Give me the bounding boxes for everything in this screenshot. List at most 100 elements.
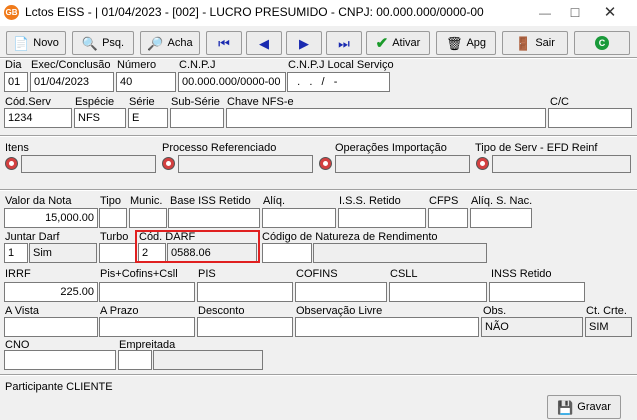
cnpj-field[interactable]: 00.000.000/0000-00 <box>178 72 286 92</box>
cod-darf-highlight <box>135 230 260 263</box>
cofins-field[interactable] <box>295 282 387 302</box>
itens-radio-icon[interactable] <box>5 157 18 170</box>
binoculars-icon: 🔍 <box>81 35 99 51</box>
ativar-button[interactable]: ✔ Ativar <box>366 31 430 55</box>
processo-field <box>178 155 313 173</box>
aliq-field[interactable] <box>262 208 336 228</box>
gravar-button[interactable]: 💾 Gravar <box>547 395 621 419</box>
next-record-button[interactable]: ▶ <box>286 31 322 55</box>
aprazo-field[interactable] <box>99 317 195 337</box>
turbo-label: Turbo <box>100 231 129 243</box>
avista-field[interactable] <box>4 317 98 337</box>
aliq-label: Alíq. <box>263 195 286 207</box>
empreitada-code-field[interactable] <box>118 350 152 370</box>
cod-serv-field[interactable]: 1234 <box>4 108 72 128</box>
subserie-field[interactable] <box>170 108 224 128</box>
inss-field[interactable] <box>489 282 585 302</box>
valor-nota-field[interactable]: 15,000.00 <box>4 208 98 228</box>
cc-field[interactable] <box>548 108 632 128</box>
apg-label: Apg <box>466 37 487 49</box>
ct-crte-label: Ct. Crte. <box>586 305 627 317</box>
search-icon: 🔎 <box>147 35 164 51</box>
tipo-serv-field <box>492 155 631 173</box>
psq-button[interactable]: 🔍 Psq. <box>72 31 134 55</box>
juntar-darf-label: Juntar Darf <box>5 231 60 243</box>
gravar-label: Gravar <box>577 401 611 413</box>
close-icon[interactable]: ✕ <box>595 3 625 23</box>
itens-field <box>21 155 156 173</box>
cfps-field[interactable] <box>428 208 468 228</box>
serie-field[interactable]: E <box>128 108 168 128</box>
novo-label: Novo <box>33 37 59 49</box>
sair-button[interactable]: 🚪 Sair <box>502 31 568 55</box>
pis-label: PIS <box>198 268 216 280</box>
minimize-icon[interactable]: — <box>530 3 560 23</box>
dia-field[interactable]: 01 <box>4 72 28 92</box>
exec-field[interactable]: 01/04/2023 <box>30 72 114 92</box>
natureza-label: Código de Natureza de Rendimento <box>262 231 438 243</box>
participante-text: Participante CLIENTE <box>5 381 113 393</box>
pis-cofins-field[interactable] <box>99 282 195 302</box>
apg-button[interactable]: 🗑 Apg <box>436 31 496 55</box>
munic-field[interactable] <box>129 208 167 228</box>
juntar-darf-value-field: Sim <box>29 243 97 263</box>
empreitada-value-field <box>153 350 263 370</box>
serie-label: Série <box>129 96 155 108</box>
cno-field[interactable] <box>4 350 116 370</box>
cc-label: C/C <box>550 96 569 108</box>
pis-field[interactable] <box>197 282 293 302</box>
chave-label: Chave NFS-e <box>227 96 294 108</box>
obs-livre-label: Observação Livre <box>296 305 383 317</box>
cfps-label: CFPS <box>429 195 459 207</box>
base-iss-label: Base ISS Retido <box>170 195 251 207</box>
sair-label: Sair <box>535 37 555 49</box>
aliq-snac-field[interactable] <box>470 208 532 228</box>
last-record-button[interactable]: ⏭ <box>326 31 362 55</box>
especie-field[interactable]: NFS <box>74 108 126 128</box>
chave-field[interactable] <box>226 108 546 128</box>
subserie-label: Sub-Série <box>171 96 220 108</box>
first-record-button[interactable]: ⏮ <box>206 31 242 55</box>
help-button[interactable]: C <box>574 31 630 55</box>
numero-field[interactable]: 40 <box>116 72 176 92</box>
first-icon: ⏮ <box>218 35 230 51</box>
natureza-code-field[interactable] <box>262 243 312 263</box>
save-disk-icon: 💾 <box>557 399 574 415</box>
desconto-field[interactable] <box>197 317 293 337</box>
exit-door-icon: 🚪 <box>515 35 532 51</box>
cnpj-local-field[interactable]: . . / - <box>287 72 390 92</box>
c-logo-icon: C <box>595 36 609 50</box>
irrf-field[interactable]: 225.00 <box>4 282 98 302</box>
tipo-serv-radio-icon[interactable] <box>476 157 489 170</box>
itens-label: Itens <box>5 142 29 154</box>
section-divider-2 <box>0 189 637 191</box>
psq-label: Psq. <box>102 37 125 49</box>
next-icon: ▶ <box>299 35 309 51</box>
iss-retido-field[interactable] <box>338 208 426 228</box>
acha-button[interactable]: 🔎 Acha <box>140 31 200 55</box>
section-divider-3 <box>0 374 637 376</box>
tipo-field[interactable] <box>99 208 127 228</box>
ct-crte-field[interactable]: SIM <box>585 317 632 337</box>
csll-field[interactable] <box>389 282 487 302</box>
processo-label: Processo Referenciado <box>162 142 277 154</box>
especie-label: Espécie <box>75 96 115 108</box>
juntar-darf-code-field[interactable]: 1 <box>4 243 28 263</box>
novo-button[interactable]: 📄 Novo <box>6 31 66 55</box>
obs-field[interactable]: NÃO <box>481 317 583 337</box>
avista-label: A Vista <box>5 305 40 317</box>
turbo-field[interactable] <box>99 243 137 263</box>
irrf-label: IRRF <box>5 268 31 280</box>
operacoes-radio-icon[interactable] <box>319 157 332 170</box>
obs-livre-field[interactable] <box>295 317 479 337</box>
inss-label: INSS Retido <box>491 268 552 280</box>
tipo-label: Tipo <box>100 195 121 207</box>
cnpj-local-label: C.N.P.J Local Serviço <box>288 59 394 71</box>
operacoes-label: Operações Importação <box>335 142 447 154</box>
previous-record-button[interactable]: ◀ <box>246 31 282 55</box>
processo-radio-icon[interactable] <box>162 157 175 170</box>
checkmark-icon: ✔ <box>375 34 389 52</box>
exec-label: Exec/Conclusão <box>31 59 111 71</box>
base-iss-field[interactable] <box>168 208 260 228</box>
maximize-icon[interactable]: ☐ <box>560 3 590 23</box>
